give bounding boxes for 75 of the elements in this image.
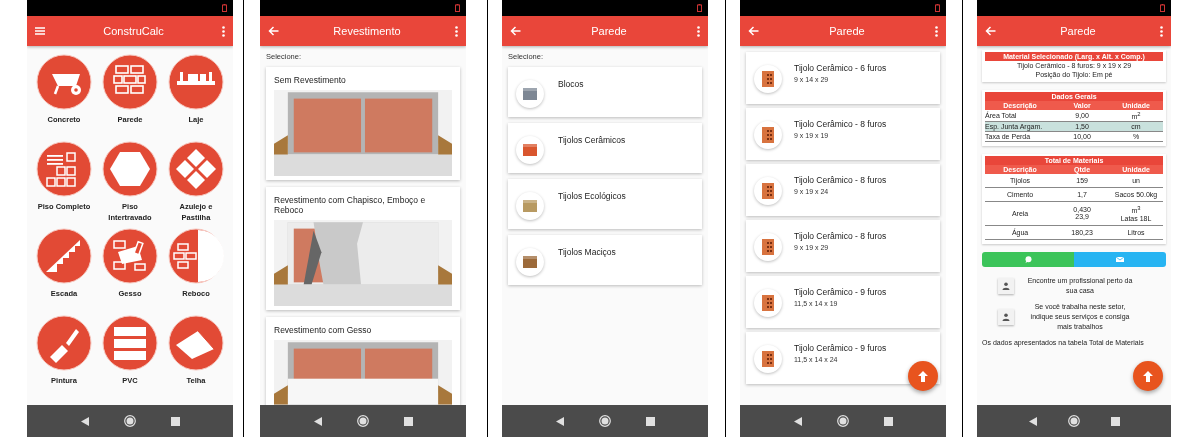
screen-title: Parede	[590, 25, 628, 37]
product-name: Tijolo Cerâmico - 9 furos	[794, 287, 887, 297]
brick-icon	[754, 289, 782, 317]
covering-card[interactable]: Revestimento com Chapisco, Emboço e Reboco	[266, 186, 460, 310]
diamond-tiles-icon	[168, 141, 224, 197]
battery-icon	[222, 4, 227, 12]
envelope-icon	[1116, 256, 1124, 262]
back-icon[interactable]	[793, 416, 802, 426]
back-arrow-icon[interactable]	[748, 26, 759, 36]
home-icon[interactable]	[598, 415, 611, 427]
product-name: Tijolo Cerâmico - 6 furos	[794, 63, 887, 73]
roof-icon	[168, 315, 224, 371]
recent-apps-icon[interactable]	[170, 416, 180, 426]
battery-icon	[1160, 4, 1165, 12]
product-name: Tijolo Cerâmico - 9 furos	[794, 343, 887, 353]
back-arrow-icon[interactable]	[510, 26, 521, 36]
screen-title: Parede	[828, 25, 866, 37]
back-icon[interactable]	[555, 416, 564, 426]
trowel-on-bricks-icon	[102, 228, 158, 284]
recent-apps-icon[interactable]	[645, 416, 655, 426]
chat-bubble-icon	[1024, 255, 1032, 263]
product-name: Tijolo Cerâmico - 8 furos	[794, 175, 887, 185]
recent-apps-icon[interactable]	[883, 416, 893, 426]
material-card[interactable]: Blocos	[508, 67, 702, 117]
professional-button[interactable]	[998, 309, 1014, 326]
person-icon	[1002, 313, 1010, 322]
battery-icon	[455, 4, 460, 12]
product-name: Tijolo Cerâmico - 8 furos	[794, 119, 887, 129]
brick-icon	[754, 345, 782, 373]
more-options-icon[interactable]	[222, 25, 225, 37]
more-options-icon[interactable]	[1160, 25, 1163, 37]
covering-card[interactable]: Revestimento com Gesso	[266, 316, 460, 405]
home-icon[interactable]	[1067, 415, 1080, 427]
screen-title: Parede	[1059, 25, 1097, 37]
brick-icon	[754, 233, 782, 261]
brick-icon	[754, 65, 782, 93]
material-card[interactable]: Tijolos Ecológicos	[508, 179, 702, 229]
menu-icon[interactable]	[35, 27, 45, 35]
more-options-icon[interactable]	[697, 25, 700, 37]
up-arrow-icon	[918, 370, 928, 382]
scroll-to-top-button[interactable]	[1133, 361, 1163, 391]
scroll-to-top-button[interactable]	[908, 361, 938, 391]
back-icon[interactable]	[1028, 416, 1037, 426]
brick-wall-icon	[102, 54, 158, 110]
back-icon[interactable]	[313, 416, 322, 426]
material-card[interactable]: Tijolos Maciços	[508, 235, 702, 285]
brick-icon	[754, 177, 782, 205]
floor-tiles-icon	[36, 141, 92, 197]
back-arrow-icon[interactable]	[985, 26, 996, 36]
home-icon[interactable]	[123, 415, 136, 427]
professional-button[interactable]	[998, 277, 1014, 294]
panel-lines-icon	[102, 315, 158, 371]
screen-title: ConstruCalc	[102, 25, 165, 37]
battery-icon	[697, 4, 702, 12]
more-options-icon[interactable]	[935, 25, 938, 37]
person-icon	[1002, 281, 1010, 290]
battery-icon	[935, 4, 940, 12]
home-icon[interactable]	[356, 415, 369, 427]
product-name: Tijolo Cerâmico - 8 furos	[794, 231, 887, 241]
home-icon[interactable]	[836, 415, 849, 427]
more-options-icon[interactable]	[455, 25, 458, 37]
material-card[interactable]: Tijolos Cerâmicos	[508, 123, 702, 173]
stairs-icon	[36, 228, 92, 284]
brick-icon	[754, 121, 782, 149]
wheelbarrow-icon	[36, 54, 92, 110]
half-plastered-wall-icon	[168, 228, 224, 284]
covering-card[interactable]: Sem Revestimento	[266, 67, 460, 180]
slab-icon	[168, 54, 224, 110]
up-arrow-icon	[1143, 370, 1153, 382]
back-arrow-icon[interactable]	[268, 26, 279, 36]
back-icon[interactable]	[80, 416, 89, 426]
recent-apps-icon[interactable]	[1110, 416, 1120, 426]
paintbrush-icon	[36, 315, 92, 371]
screen-title: Revestimento	[332, 25, 402, 37]
recent-apps-icon[interactable]	[403, 416, 413, 426]
